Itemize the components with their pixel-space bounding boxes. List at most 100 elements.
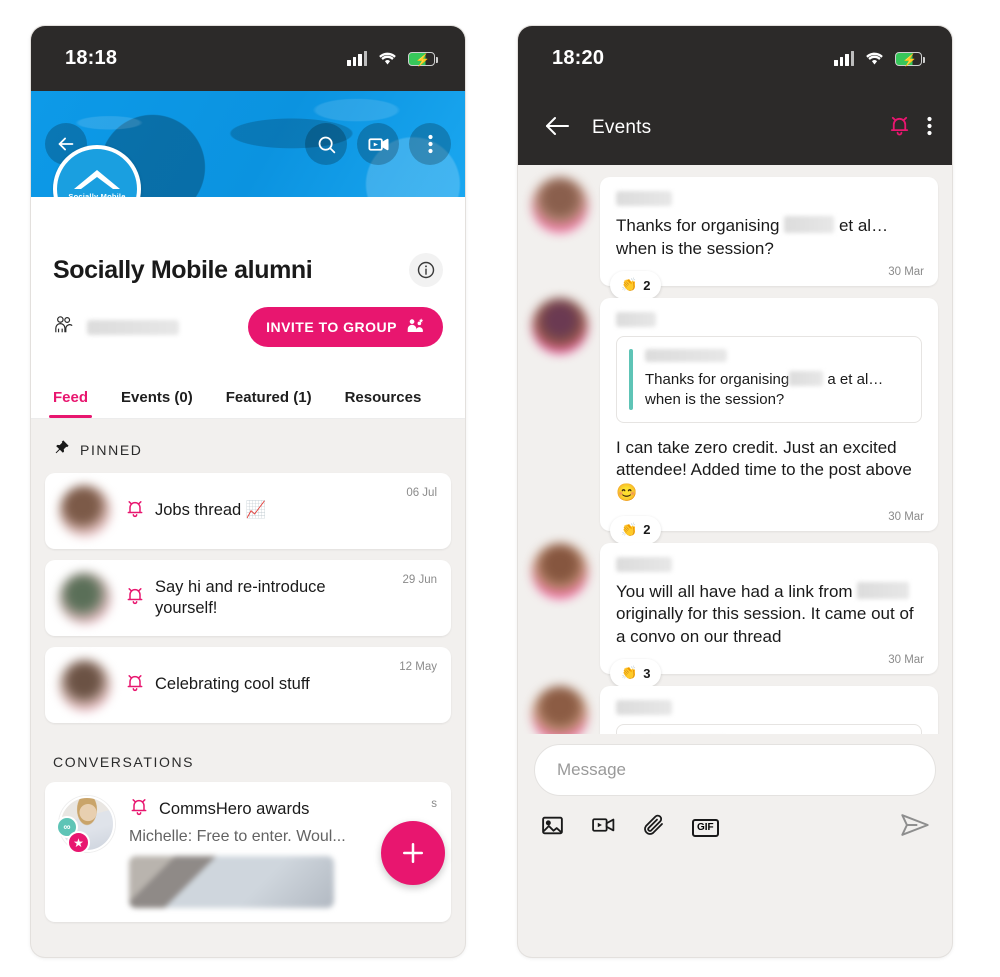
conversation-preview: Michelle: Free to enter. Woul... — [129, 828, 346, 845]
avatar — [532, 177, 588, 233]
pinned-label: PINNED — [80, 442, 143, 458]
pinned-item[interactable]: Jobs thread 📈 06 Jul — [45, 473, 451, 549]
conversation-title-row: CommsHero awards — [129, 796, 407, 822]
group-info-section: Socially Mobile alumni INVITE TO GROUP — [31, 197, 465, 367]
avatar — [59, 659, 111, 711]
reaction-chip[interactable]: 👏 2 — [610, 271, 662, 300]
clap-emoji: 👏 — [621, 521, 638, 537]
overflow-menu-icon[interactable] — [927, 116, 932, 141]
tab-events[interactable]: Events (0) — [121, 389, 193, 418]
group-logo: Socially Mobile CIC — [53, 145, 141, 197]
chat-message-list[interactable]: Thanks for organising et al… when is the… — [518, 165, 952, 857]
avatar — [532, 298, 588, 355]
message-text-before: You will all have had a link from — [616, 581, 853, 601]
alarm-bell-icon[interactable] — [888, 114, 911, 142]
redacted-name — [857, 581, 910, 599]
pinned-item[interactable]: Celebrating cool stuff 12 May — [45, 647, 451, 723]
app-bar-actions — [888, 114, 932, 142]
invite-to-group-button[interactable]: INVITE TO GROUP — [248, 307, 443, 347]
pinned-item-title: Jobs thread 📈 — [155, 501, 267, 520]
composer-toolbar: GIF — [534, 796, 936, 843]
add-member-icon — [406, 317, 425, 337]
status-bar: 18:18 ⚡ — [31, 26, 465, 91]
redacted-name — [784, 216, 835, 233]
page-title: Socially Mobile alumni — [53, 255, 313, 284]
wifi-icon — [865, 51, 884, 66]
tab-featured[interactable]: Featured (1) — [226, 389, 312, 418]
avatar — [59, 572, 111, 624]
search-icon[interactable] — [305, 123, 347, 165]
message-text: You will all have had a link from origin… — [616, 581, 922, 649]
message-author-redacted — [616, 312, 656, 328]
quote-author-redacted — [645, 349, 727, 363]
paperclip-icon[interactable] — [642, 813, 666, 843]
tab-feed[interactable]: Feed — [48, 389, 93, 418]
redacted-name — [789, 371, 824, 387]
message-input[interactable]: Message — [534, 744, 936, 796]
status-icons: ⚡ — [834, 51, 925, 67]
members-icon — [53, 315, 75, 340]
quote-body: Thanks for organising a et al… when is t… — [645, 349, 907, 410]
message-date: 30 Mar — [888, 510, 924, 523]
alarm-bell-icon — [125, 672, 145, 698]
cellular-signal-icon — [347, 51, 367, 66]
tab-resources[interactable]: Resources — [345, 389, 422, 418]
conversation-title: CommsHero awards — [159, 799, 310, 818]
message-text-after: originally for this session. It came out… — [616, 604, 914, 646]
socially-mobile-logo-icon: Socially Mobile CIC — [53, 145, 141, 197]
message-bubble: You will all have had a link from origin… — [600, 542, 938, 688]
avatar: ∞ ★ — [56, 796, 115, 854]
video-camera-icon[interactable] — [357, 123, 399, 165]
create-post-fab[interactable] — [381, 821, 445, 885]
quote-accent-bar — [629, 349, 633, 410]
reaction-count: 2 — [643, 277, 651, 293]
group-cover-photo: Socially Mobile CIC — [31, 91, 465, 197]
chat-message[interactable]: You will all have had a link from origin… — [532, 542, 938, 688]
pinned-section-header: PINNED — [45, 419, 451, 473]
app-bar: Events — [518, 91, 952, 165]
app-bar-title: Events — [592, 117, 652, 138]
chat-message[interactable]: Thanks for organising a et al… when is t… — [532, 298, 938, 544]
group-tabs: Feed Events (0) Featured (1) Resources — [31, 367, 465, 419]
image-icon[interactable] — [540, 813, 565, 843]
left-phone-screen: 18:18 ⚡ Socially Mobile Socially Mobile … — [31, 26, 465, 957]
overflow-menu-icon[interactable] — [409, 123, 451, 165]
reaction-count: 3 — [643, 665, 651, 681]
message-date: 30 Mar — [888, 654, 924, 667]
wifi-icon — [378, 51, 397, 66]
battery-charging-icon: ⚡ — [895, 52, 925, 67]
clap-emoji: 👏 — [621, 277, 638, 293]
info-icon[interactable] — [409, 253, 443, 287]
status-time: 18:20 — [552, 47, 605, 69]
reaction-chip[interactable]: 👏 3 — [610, 659, 662, 688]
clap-emoji: 👏 — [621, 665, 638, 681]
send-icon[interactable] — [900, 812, 930, 843]
gif-icon[interactable]: GIF — [692, 818, 719, 837]
reaction-chip[interactable]: 👏 2 — [610, 515, 662, 544]
conversations-label: CONVERSATIONS — [53, 754, 195, 770]
message-text-before: Thanks for organising — [616, 216, 780, 235]
quoted-message[interactable]: Thanks for organising a et al… when is t… — [616, 336, 922, 423]
message-author-redacted — [616, 191, 672, 206]
back-arrow-icon[interactable] — [544, 115, 570, 142]
video-camera-icon[interactable] — [591, 814, 616, 841]
star-badge-icon: ★ — [67, 831, 90, 854]
pinned-item-main: Say hi and re-introduce yourself! — [125, 577, 437, 619]
message-text: Thanks for organising et al… when is the… — [616, 215, 922, 260]
battery-charging-icon: ⚡ — [408, 52, 438, 67]
pinned-item-date: 29 Jun — [402, 574, 437, 586]
status-bar: 18:20 ⚡ — [518, 26, 952, 91]
status-icons: ⚡ — [347, 51, 438, 67]
pinned-item-date: 06 Jul — [406, 487, 437, 499]
pinned-item[interactable]: Say hi and re-introduce yourself! 29 Jun — [45, 560, 451, 636]
invite-label: INVITE TO GROUP — [266, 319, 397, 335]
pinned-item-title: Say hi and re-introduce yourself! — [155, 577, 326, 617]
reaction-count: 2 — [643, 522, 651, 538]
avatar — [59, 485, 111, 537]
chat-message[interactable]: Thanks for organising et al… when is the… — [532, 177, 938, 300]
quote-text-before: Thanks for organising — [645, 371, 790, 389]
message-author-redacted — [616, 700, 672, 716]
conversation-thumbnail — [129, 856, 334, 908]
members-count-redacted — [87, 319, 179, 335]
pin-icon — [53, 439, 70, 461]
